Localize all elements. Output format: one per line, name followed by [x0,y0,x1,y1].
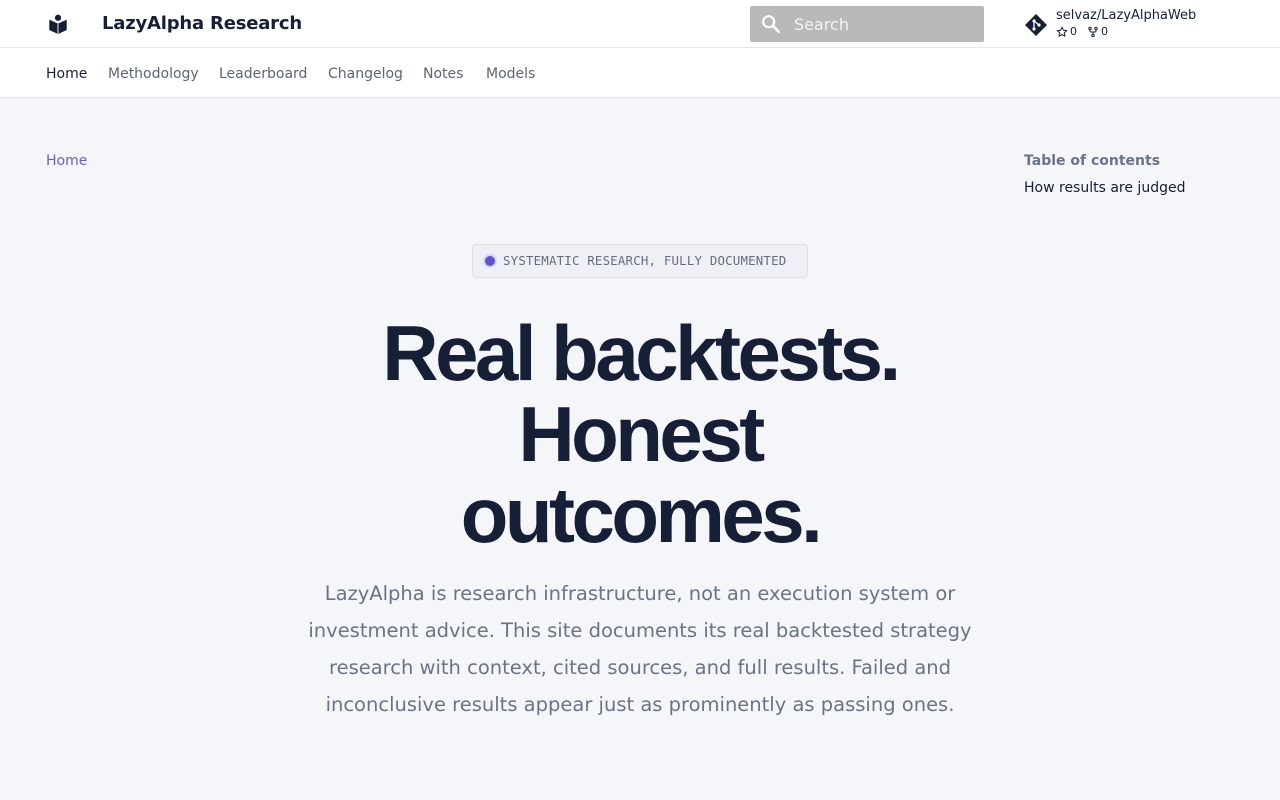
tab-changelog[interactable]: Changelog [328,65,403,83]
fork-count: 0 [1101,25,1108,38]
nav-tabs: Home Methodology Leaderboard Changelog N… [0,48,1280,98]
repo-stars: 0 [1056,25,1077,39]
hero-title-line-1: Real backtests. [382,309,901,397]
repo-forks: 0 [1087,25,1108,39]
search-input[interactable] [794,6,980,42]
search-icon [762,15,781,34]
tab-leaderboard[interactable]: Leaderboard [219,65,307,83]
repo-stats: 0 0 [1056,25,1108,39]
tab-methodology[interactable]: Methodology [108,65,199,83]
badge-text: SYSTEMATIC RESEARCH, FULLY DOCUMENTED [503,253,787,268]
site-title[interactable]: LazyAlpha Research [102,12,302,36]
tab-notes[interactable]: Notes [423,65,463,83]
hero-title: Real backtests. Honest outcomes. [290,313,990,556]
site-header: LazyAlpha Research selvaz/LazyAlphaWeb 0 [0,0,1280,48]
tab-models[interactable]: Models [486,65,535,83]
star-count: 0 [1070,25,1077,38]
git-diamond-icon [1025,14,1047,36]
hero-badge: SYSTEMATIC RESEARCH, FULLY DOCUMENTED [472,244,808,278]
breadcrumb-home[interactable]: Home [46,152,87,170]
repo-link[interactable]: selvaz/LazyAlphaWeb 0 0 [1024,6,1224,42]
badge-dot-icon [485,256,495,266]
search-box[interactable] [750,6,984,42]
hero-title-line-3: outcomes. [460,471,823,559]
tab-home[interactable]: Home [46,65,87,83]
toc-item-how-results-are-judged[interactable]: How results are judged [1024,179,1185,197]
hero-lead: LazyAlpha is research infrastructure, no… [308,582,972,716]
toc-title: Table of contents [1024,153,1161,169]
repo-name: selvaz/LazyAlphaWeb [1056,8,1197,23]
fork-icon [1088,26,1098,38]
hero-title-line-2: Honest [518,390,765,478]
star-icon [1056,26,1068,37]
book-logo-icon[interactable] [47,12,69,36]
